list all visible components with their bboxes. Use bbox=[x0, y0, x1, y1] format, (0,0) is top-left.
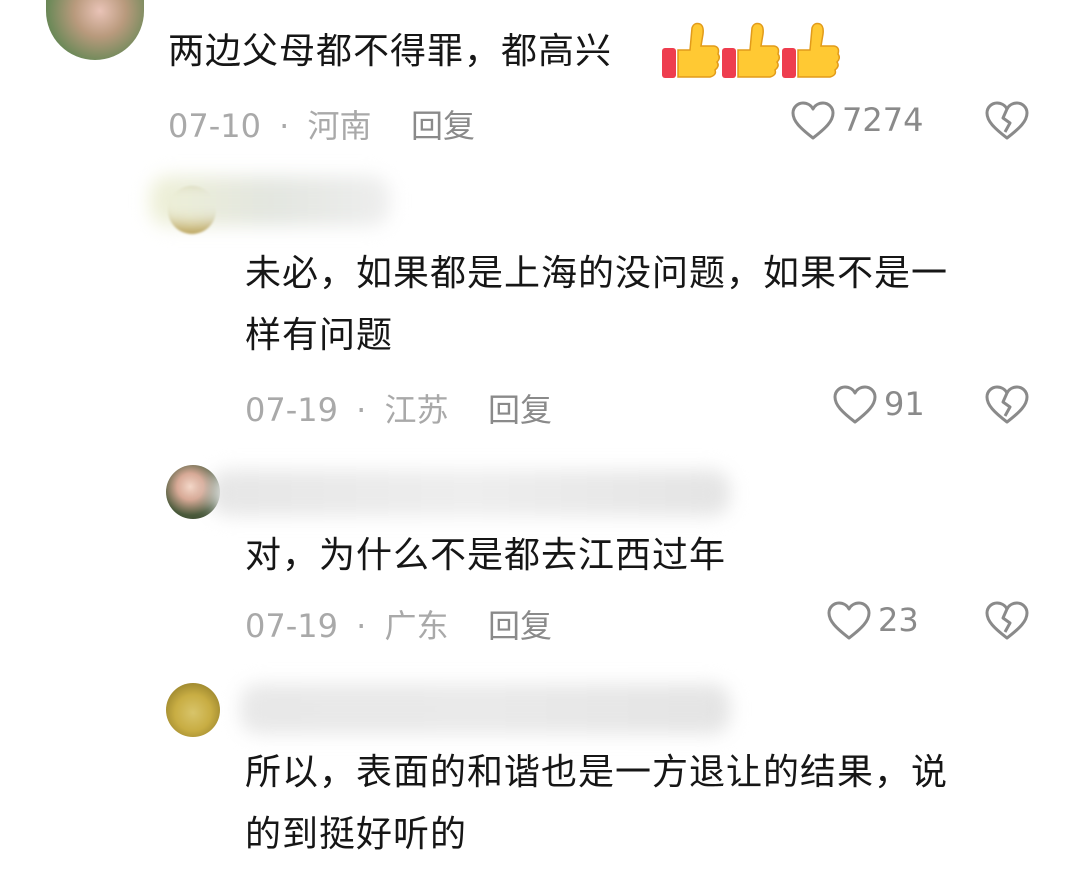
broken-heart-icon bbox=[985, 101, 1029, 140]
broken-heart-icon bbox=[985, 601, 1029, 640]
dislike-button[interactable] bbox=[984, 384, 1030, 426]
like-button[interactable] bbox=[790, 100, 836, 142]
comment-location: 江苏 bbox=[384, 391, 449, 429]
comment-date: 07-10 bbox=[168, 107, 261, 145]
reply-button[interactable]: 回复 bbox=[411, 101, 475, 147]
thumbs-up-icon bbox=[662, 22, 721, 78]
thumbs-up-icon bbox=[722, 22, 781, 78]
dislike-button[interactable] bbox=[984, 100, 1030, 142]
dislike-button[interactable] bbox=[984, 600, 1030, 642]
heart-icon bbox=[833, 385, 877, 424]
like-count: 7274 bbox=[842, 101, 924, 139]
meta-separator: · bbox=[356, 391, 367, 429]
comment-date: 07-19 bbox=[245, 607, 338, 645]
comment-date: 07-19 bbox=[245, 391, 338, 429]
thumbs-up-icon bbox=[782, 22, 841, 78]
broken-heart-icon bbox=[985, 385, 1029, 424]
comment-text: 对，为什么不是都去江西过年 bbox=[245, 535, 727, 576]
username-blurred bbox=[240, 684, 730, 734]
reply-button[interactable]: 回复 bbox=[488, 601, 552, 647]
like-button[interactable] bbox=[832, 384, 878, 426]
like-count: 23 bbox=[878, 601, 919, 639]
username-blurred bbox=[150, 176, 390, 226]
avatar[interactable] bbox=[166, 683, 220, 737]
comment-meta: 07-19 · 广东 bbox=[245, 601, 449, 647]
reply-button[interactable]: 回复 bbox=[488, 385, 552, 431]
avatar[interactable] bbox=[46, 0, 144, 60]
username-blurred bbox=[210, 470, 730, 516]
meta-separator: · bbox=[356, 607, 367, 645]
comment-text: 两边父母都不得罪，都高兴 bbox=[168, 31, 613, 72]
comment-meta: 07-19 · 江苏 bbox=[245, 385, 449, 431]
heart-icon bbox=[827, 601, 871, 640]
comment-text: 所以，表面的和谐也是一方退让的结果，说 的到挺好听的 bbox=[245, 752, 949, 855]
comment-location: 河南 bbox=[307, 107, 372, 145]
like-button[interactable] bbox=[826, 600, 872, 642]
like-count: 91 bbox=[884, 385, 925, 423]
emoji-group bbox=[660, 20, 841, 84]
heart-icon bbox=[791, 101, 835, 140]
comment-location: 广东 bbox=[384, 607, 449, 645]
meta-separator: · bbox=[279, 107, 290, 145]
comment-text: 未必，如果都是上海的没问题，如果不是一 样有问题 bbox=[245, 253, 949, 356]
comment-meta: 07-10 · 河南 bbox=[168, 101, 372, 147]
